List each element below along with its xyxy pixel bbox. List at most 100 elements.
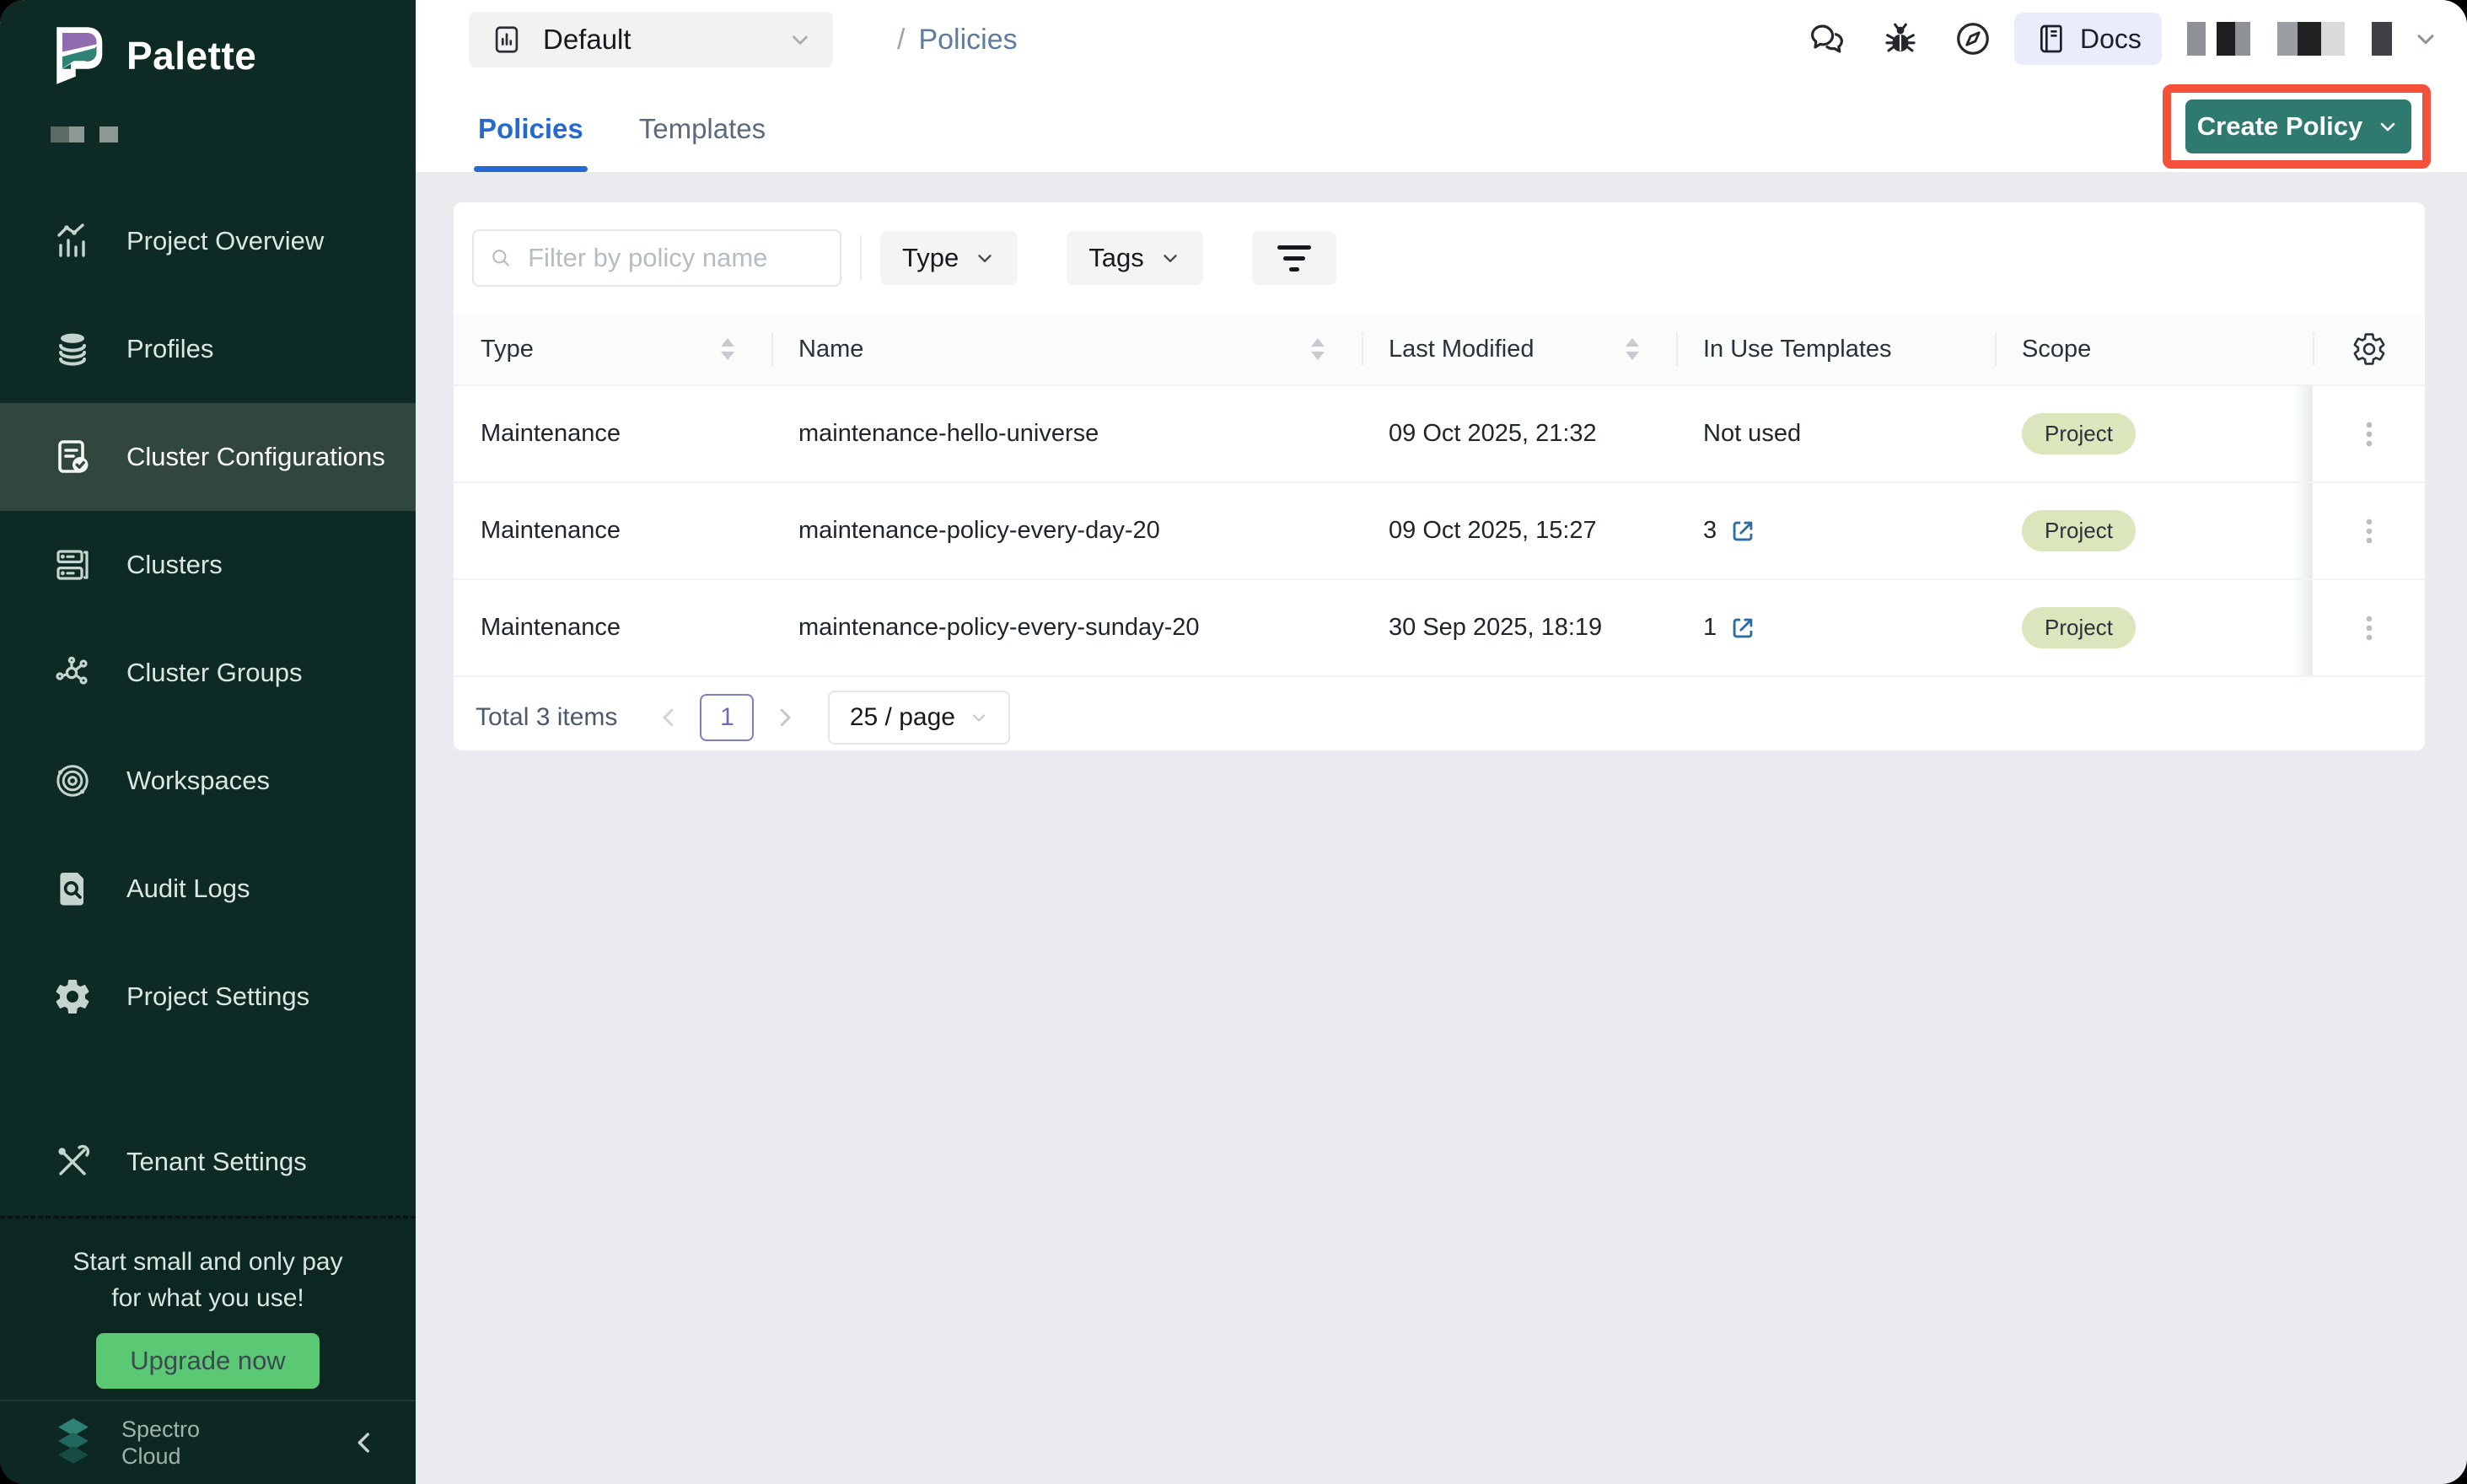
brand-logo: Palette bbox=[47, 25, 256, 86]
main-area: Default / Policies Docs bbox=[416, 0, 2467, 1484]
spectro-cloud-brand: Spectro Cloud bbox=[121, 1416, 200, 1470]
feedback-chat-icon[interactable] bbox=[1807, 19, 1847, 59]
page-size-select[interactable]: 25 / page bbox=[828, 691, 1010, 745]
redacted-text-block bbox=[99, 126, 118, 142]
kebab-menu-icon bbox=[2353, 515, 2385, 547]
bar-chart-icon bbox=[52, 221, 93, 261]
cell-scope: Project bbox=[1995, 483, 2313, 578]
project-selector[interactable]: Default bbox=[469, 12, 833, 67]
chevron-down-icon bbox=[1159, 247, 1181, 269]
sidebar-item-label: Profiles bbox=[126, 334, 213, 364]
report-bug-icon[interactable] bbox=[1881, 19, 1920, 58]
search-input[interactable] bbox=[526, 242, 825, 274]
column-header-last-modified[interactable]: Last Modified bbox=[1362, 314, 1676, 384]
banner-text-line1: Start small and only pay bbox=[0, 1244, 416, 1280]
external-link-icon bbox=[1728, 517, 1757, 546]
gear-icon bbox=[52, 976, 93, 1017]
redacted-text-block bbox=[2187, 22, 2206, 56]
breadcrumb-current: Policies bbox=[918, 24, 1017, 56]
external-link-icon bbox=[1728, 614, 1757, 643]
kebab-menu-icon bbox=[2353, 612, 2385, 644]
sidebar-item-cluster-configurations[interactable]: Cluster Configurations bbox=[0, 403, 416, 511]
sidebar-item-label: Clusters bbox=[126, 550, 223, 580]
sidebar-item-profiles[interactable]: Profiles bbox=[0, 295, 416, 403]
sidebar-item-project-overview[interactable]: Project Overview bbox=[0, 187, 416, 295]
sidebar-item-project-settings[interactable]: Project Settings bbox=[0, 943, 416, 1051]
cell-type: Maintenance bbox=[454, 580, 771, 675]
document-search-icon bbox=[52, 868, 93, 909]
filter-toolbar: Type Tags bbox=[454, 202, 2425, 314]
page-number-button[interactable]: 1 bbox=[700, 694, 754, 741]
page-size-label: 25 / page bbox=[850, 703, 955, 732]
sort-icon bbox=[1311, 338, 1325, 360]
sidebar-item-label: Tenant Settings bbox=[126, 1147, 307, 1177]
scope-badge: Project bbox=[2022, 510, 2136, 551]
breadcrumb-separator: / bbox=[897, 24, 905, 56]
docs-label: Docs bbox=[2080, 24, 2142, 55]
orbit-icon bbox=[52, 761, 93, 801]
row-actions-menu[interactable] bbox=[2313, 386, 2425, 481]
filter-lines-icon bbox=[1277, 245, 1311, 272]
document-check-icon bbox=[52, 437, 93, 477]
cell-in-use: Not used bbox=[1676, 386, 1995, 481]
row-actions-menu[interactable] bbox=[2313, 483, 2425, 578]
sidebar-nav: Project Overview Profiles Cluster Config… bbox=[0, 187, 416, 1216]
cell-name: maintenance-hello-universe bbox=[771, 386, 1362, 481]
type-filter-dropdown[interactable]: Type bbox=[880, 231, 1018, 285]
sidebar-collapse-button[interactable] bbox=[350, 1428, 379, 1457]
cell-name: maintenance-policy-every-day-20 bbox=[771, 483, 1362, 578]
tools-icon bbox=[52, 1142, 93, 1182]
table-row[interactable]: Maintenance maintenance-hello-universe 0… bbox=[454, 386, 2425, 483]
cell-last-modified: 30 Sep 2025, 18:19 bbox=[1362, 580, 1676, 675]
next-page-button[interactable] bbox=[772, 705, 798, 730]
previous-page-button[interactable] bbox=[656, 705, 681, 730]
sidebar-item-label: Cluster Groups bbox=[126, 658, 302, 688]
app-title: Palette bbox=[126, 33, 256, 78]
tags-filter-dropdown[interactable]: Tags bbox=[1067, 231, 1202, 285]
tags-filter-label: Tags bbox=[1088, 243, 1143, 273]
policies-card: Type Tags Type Name bbox=[454, 202, 2425, 750]
redacted-version-info bbox=[51, 126, 118, 142]
table-row[interactable]: Maintenance maintenance-policy-every-day… bbox=[454, 483, 2425, 580]
column-header-scope: Scope bbox=[1995, 314, 2313, 384]
create-policy-button[interactable]: Create Policy bbox=[2185, 99, 2411, 153]
redacted-text-block bbox=[2277, 22, 2345, 56]
column-header-type[interactable]: Type bbox=[454, 314, 771, 384]
project-selector-label: Default bbox=[543, 24, 632, 56]
user-menu[interactable] bbox=[2175, 22, 2439, 56]
table-row[interactable]: Maintenance maintenance-policy-every-sun… bbox=[454, 580, 2425, 677]
scope-badge: Project bbox=[2022, 413, 2136, 454]
sidebar: Palette Project Overview Profiles Cluste… bbox=[0, 0, 416, 1484]
book-icon bbox=[2034, 22, 2068, 56]
app-window: Palette Project Overview Profiles Cluste… bbox=[0, 0, 2467, 1484]
cell-in-use-link[interactable]: 3 bbox=[1676, 483, 1995, 578]
column-settings-button[interactable] bbox=[2313, 314, 2425, 384]
palette-logo-icon bbox=[47, 25, 108, 86]
policy-search[interactable] bbox=[472, 229, 841, 287]
sidebar-item-clusters[interactable]: Clusters bbox=[0, 511, 416, 619]
sidebar-item-workspaces[interactable]: Workspaces bbox=[0, 727, 416, 835]
search-icon bbox=[489, 245, 513, 272]
chevron-down-icon bbox=[2376, 115, 2400, 138]
upgrade-now-button[interactable]: Upgrade now bbox=[96, 1333, 319, 1389]
row-actions-menu[interactable] bbox=[2313, 580, 2425, 675]
sidebar-item-tenant-settings[interactable]: Tenant Settings bbox=[0, 1108, 416, 1216]
sidebar-item-cluster-groups[interactable]: Cluster Groups bbox=[0, 619, 416, 727]
sidebar-item-label: Workspaces bbox=[126, 766, 270, 796]
tab-policies[interactable]: Policies bbox=[478, 94, 583, 172]
gear-icon bbox=[2351, 331, 2387, 367]
docs-button[interactable]: Docs bbox=[2014, 13, 2162, 65]
advanced-filter-button[interactable] bbox=[1252, 231, 1336, 285]
sidebar-item-label: Project Overview bbox=[126, 226, 324, 256]
sidebar-footer: Spectro Cloud bbox=[0, 1400, 416, 1484]
breadcrumb: / Policies bbox=[897, 0, 1018, 80]
cell-in-use-link[interactable]: 1 bbox=[1676, 580, 1995, 675]
sidebar-item-audit-logs[interactable]: Audit Logs bbox=[0, 835, 416, 943]
redacted-text-block bbox=[2217, 22, 2250, 56]
column-header-name[interactable]: Name bbox=[771, 314, 1362, 384]
sidebar-item-label: Project Settings bbox=[126, 981, 309, 1012]
explore-compass-icon[interactable] bbox=[1954, 19, 1992, 58]
sidebar-item-label: Cluster Configurations bbox=[126, 442, 385, 472]
column-header-in-use-templates: In Use Templates bbox=[1676, 314, 1995, 384]
tab-templates[interactable]: Templates bbox=[639, 94, 766, 172]
